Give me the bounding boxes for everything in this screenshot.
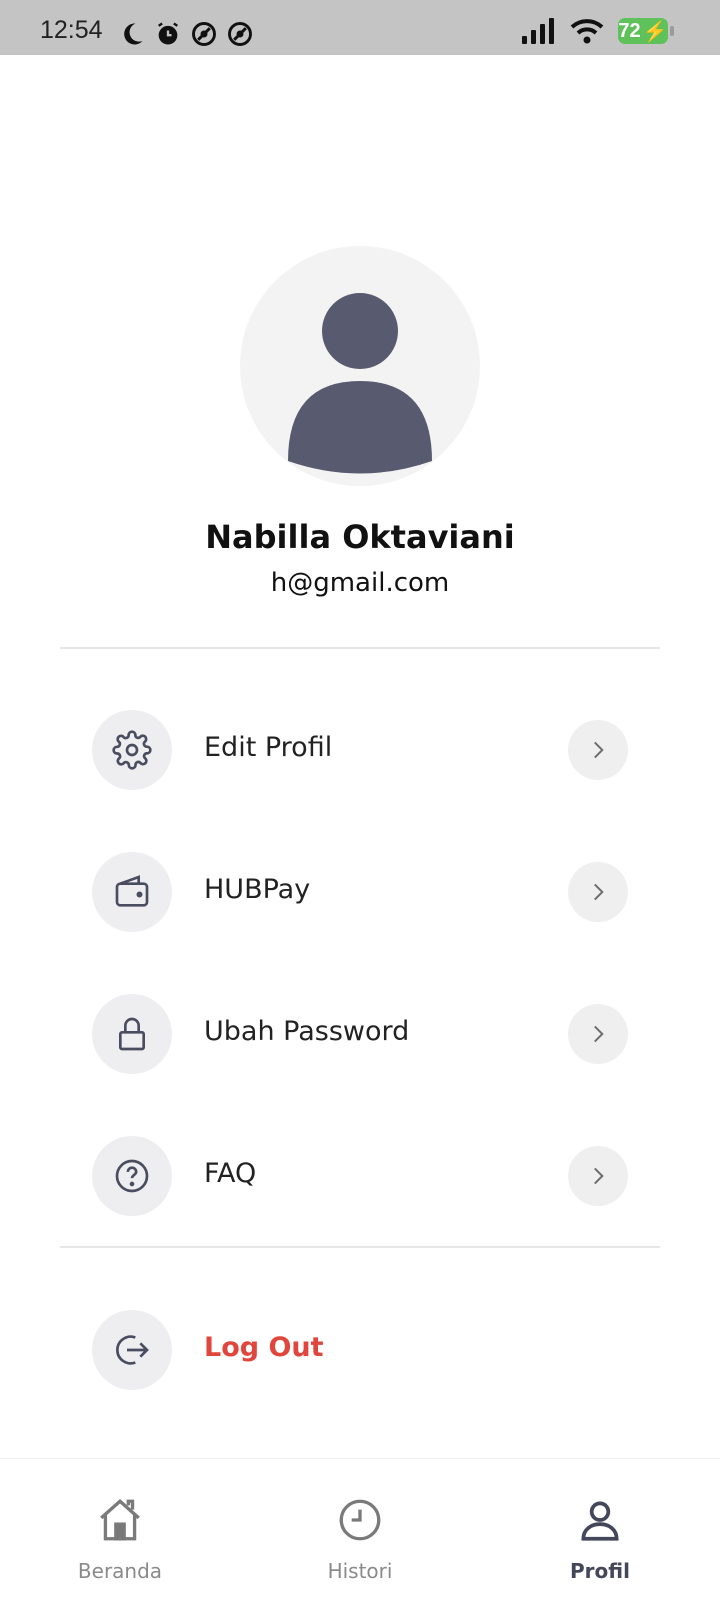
divider-top <box>60 647 660 649</box>
profile-name: Nabilla Oktaviani <box>205 518 515 556</box>
menu-item-edit-profil[interactable]: Edit Profil <box>92 710 628 790</box>
gear-icon <box>92 710 172 790</box>
logout-button[interactable]: Log Out <box>92 1310 628 1390</box>
menu-item-ubah-password[interactable]: Ubah Password <box>92 994 628 1074</box>
user-icon <box>581 1501 619 1541</box>
menu-item-label: FAQ <box>204 1158 257 1189</box>
profile-email: h@gmail.com <box>270 568 450 598</box>
menu-item-faq[interactable]: FAQ <box>92 1136 628 1216</box>
chevron-right-icon[interactable] <box>568 1146 628 1206</box>
menu-item-label: Ubah Password <box>204 1016 410 1047</box>
alarm-icon <box>158 22 178 45</box>
lock-icon <box>92 994 172 1074</box>
dnd-icon <box>228 22 252 46</box>
home-icon <box>100 1499 140 1541</box>
clock-icon <box>339 1499 381 1541</box>
menu-item-label: Edit Profil <box>204 732 333 763</box>
status-right: 72 ⚡ <box>522 18 674 44</box>
moon-icon <box>124 23 143 45</box>
wallet-icon <box>92 852 172 932</box>
chevron-right-icon[interactable] <box>568 1004 628 1064</box>
dnd-icon <box>192 22 216 46</box>
battery-cap <box>670 26 674 36</box>
nav-label: Beranda <box>77 1559 163 1583</box>
battery-charging-icon: 72 ⚡ <box>618 18 674 44</box>
status-time: 12:54 <box>40 16 103 44</box>
avatar <box>240 246 480 486</box>
menu-item-label: HUBPay <box>204 874 311 905</box>
question-icon <box>92 1136 172 1216</box>
nav-label: Profil <box>570 1559 630 1583</box>
chevron-right-icon[interactable] <box>568 720 628 780</box>
divider-bottom <box>60 1246 660 1248</box>
nav-item-histori[interactable]: Histori <box>240 1459 480 1601</box>
battery-level: 72 <box>618 19 641 42</box>
nav-label: Histori <box>327 1559 393 1583</box>
signal-icon <box>522 18 554 44</box>
chevron-right-icon[interactable] <box>568 862 628 922</box>
wifi-icon <box>570 19 604 44</box>
user-avatar-icon <box>288 293 432 474</box>
nav-item-beranda[interactable]: Beranda <box>0 1459 240 1601</box>
status-left-icons <box>118 20 254 48</box>
nav-item-profil[interactable]: Profil <box>480 1459 720 1601</box>
status-bar: 12:54 72 ⚡ <box>0 0 720 55</box>
logout-label: Log Out <box>204 1332 324 1363</box>
logout-icon <box>92 1310 172 1390</box>
menu-item-hubpay[interactable]: HUBPay <box>92 852 628 932</box>
bottom-nav: Beranda Histori Profil <box>0 1458 720 1601</box>
charging-bolt: ⚡ <box>642 20 668 43</box>
